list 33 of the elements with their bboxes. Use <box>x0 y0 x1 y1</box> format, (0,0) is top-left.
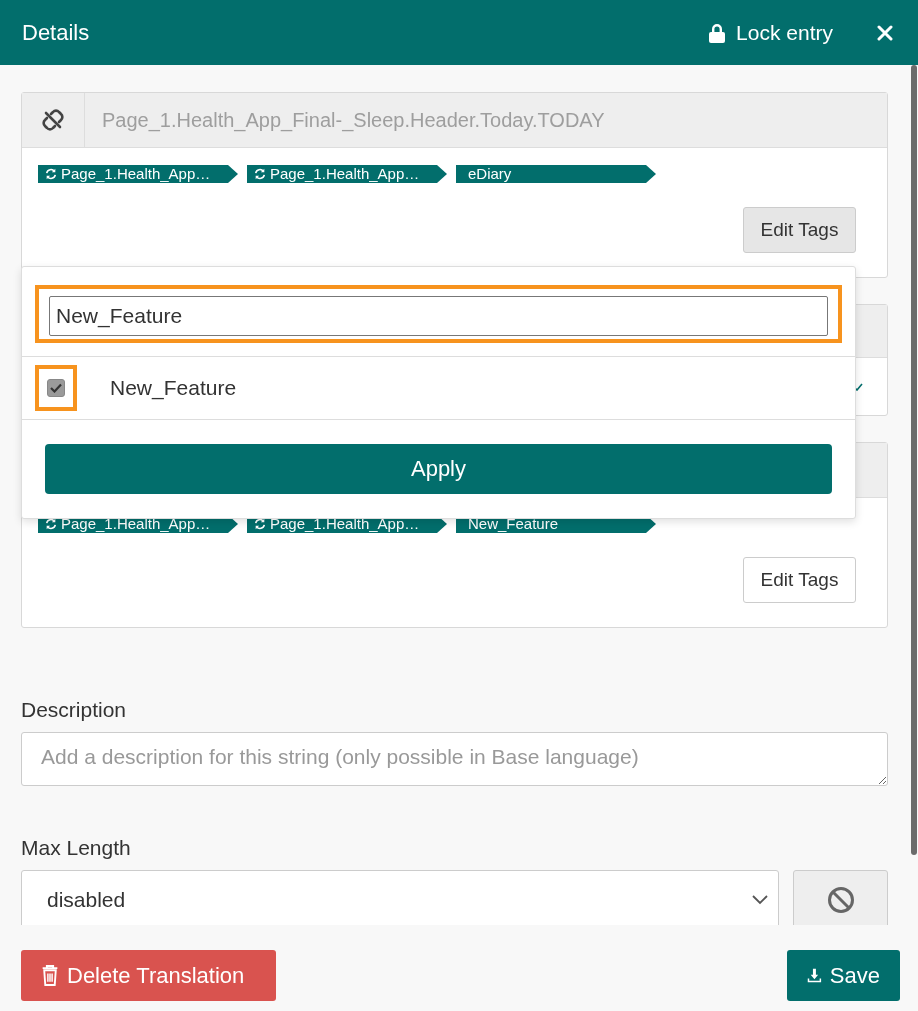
edit-tags-button[interactable]: Edit Tags <box>743 207 856 253</box>
select-value: disabled <box>47 888 126 912</box>
delete-translation-button[interactable]: Delete Translation <box>21 950 276 1001</box>
field-label: Description <box>21 698 128 722</box>
apply-button[interactable]: Apply <box>45 444 832 494</box>
trash-icon <box>41 965 59 986</box>
check-icon <box>50 383 62 393</box>
option-label[interactable]: New_Feature <box>110 376 237 400</box>
chevron-down-icon <box>752 895 768 905</box>
unlink-icon <box>41 108 65 132</box>
tag-label: Page_1.Health_App… <box>61 165 211 183</box>
tag-label: Page_1.Health_App… <box>270 165 420 183</box>
tag-search-field[interactable]: New_Feature <box>49 296 828 336</box>
sync-icon <box>45 168 57 180</box>
disable-button[interactable] <box>793 870 888 925</box>
key-name: Page_1.Health_App_Final-_Sleep.Header.Today.TODAY <box>102 108 605 132</box>
ban-icon <box>826 886 855 914</box>
save-button[interactable]: Save <box>787 950 900 1001</box>
max-length-select[interactable]: disabled <box>21 870 779 925</box>
tag-label: Page_1.Health_App… <box>61 515 211 533</box>
checkbox[interactable] <box>47 379 65 397</box>
sync-icon <box>254 168 266 180</box>
lock-icon <box>708 22 727 43</box>
scrollbar-thumb[interactable] <box>911 65 917 855</box>
edit-tags-button[interactable]: Edit Tags <box>743 557 856 603</box>
tag-label: eDiary <box>468 165 512 183</box>
close-icon <box>877 24 893 41</box>
description-field[interactable]: Add a description for this string (only possible in Base language) <box>21 732 888 786</box>
tag-label: Page_1.Health_App… <box>270 515 420 533</box>
panel-title: Details <box>22 19 91 46</box>
tag-label: New_Feature <box>468 515 559 533</box>
lock-entry-button[interactable]: Lock entry <box>706 16 835 49</box>
field-label: Max Length <box>21 836 132 860</box>
